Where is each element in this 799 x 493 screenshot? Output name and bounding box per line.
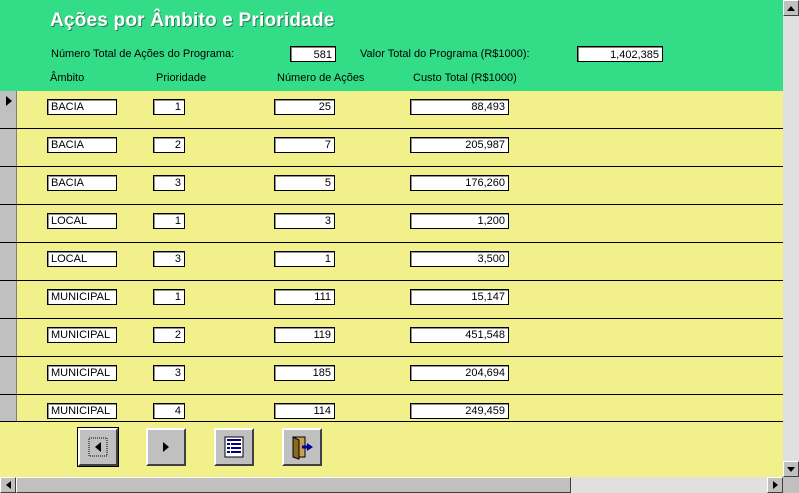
form-footer bbox=[0, 421, 783, 477]
custo-total-field[interactable]: 3,500 bbox=[410, 251, 509, 267]
ambito-field[interactable]: LOCAL bbox=[47, 213, 117, 229]
table-row: MUNICIPAL 1 111 15,147 bbox=[0, 281, 783, 319]
previous-record-button[interactable] bbox=[77, 427, 119, 467]
record-selector[interactable] bbox=[0, 167, 17, 204]
scroll-right-button[interactable] bbox=[767, 477, 783, 493]
current-record-icon bbox=[6, 96, 12, 106]
record-selector[interactable] bbox=[0, 243, 17, 280]
ambito-field[interactable]: MUNICIPAL bbox=[47, 289, 117, 305]
record-selector[interactable] bbox=[0, 357, 17, 394]
table-row: BACIA 3 5 176,260 bbox=[0, 167, 783, 205]
numero-acoes-field[interactable]: 1 bbox=[274, 251, 335, 267]
custo-total-field[interactable]: 204,694 bbox=[410, 365, 509, 381]
ambito-field[interactable]: BACIA bbox=[47, 99, 117, 115]
prioridade-field[interactable]: 2 bbox=[153, 137, 185, 153]
table-row: LOCAL 3 1 3,500 bbox=[0, 243, 783, 281]
total-value-label: Valor Total do Programa (R$1000): bbox=[360, 48, 530, 60]
scroll-down-button[interactable] bbox=[783, 461, 799, 477]
custo-total-field[interactable]: 1,200 bbox=[410, 213, 509, 229]
horizontal-scrollbar[interactable] bbox=[0, 477, 783, 493]
numero-acoes-field[interactable]: 185 bbox=[274, 365, 335, 381]
column-header-prioridade: Prioridade bbox=[156, 72, 207, 84]
prioridade-field[interactable]: 3 bbox=[153, 365, 185, 381]
record-selector[interactable] bbox=[0, 91, 17, 128]
exit-door-icon bbox=[292, 436, 313, 460]
prioridade-field[interactable]: 1 bbox=[153, 289, 185, 305]
scroll-left-button[interactable] bbox=[0, 477, 16, 493]
scroll-up-button[interactable] bbox=[783, 0, 799, 16]
record-selector[interactable] bbox=[0, 395, 17, 421]
triangle-up-icon bbox=[787, 5, 795, 11]
page-title: Ações por Âmbito e Prioridade bbox=[50, 10, 335, 31]
prioridade-field[interactable]: 1 bbox=[153, 213, 185, 229]
prioridade-field[interactable]: 4 bbox=[153, 403, 185, 419]
numero-acoes-field[interactable]: 25 bbox=[274, 99, 335, 115]
report-icon bbox=[224, 436, 244, 458]
triangle-left-icon bbox=[5, 481, 11, 489]
record-selector[interactable] bbox=[0, 129, 17, 166]
total-actions-label: Número Total de Ações do Programa: bbox=[51, 48, 235, 60]
triangle-down-icon bbox=[787, 466, 795, 472]
ambito-field[interactable]: BACIA bbox=[47, 175, 117, 191]
record-selector[interactable] bbox=[0, 281, 17, 318]
next-record-button[interactable] bbox=[146, 428, 186, 466]
ambito-field[interactable]: MUNICIPAL bbox=[47, 403, 117, 419]
exit-button[interactable] bbox=[282, 428, 322, 466]
table-row: MUNICIPAL 2 119 451,548 bbox=[0, 319, 783, 357]
table-row: LOCAL 1 3 1,200 bbox=[0, 205, 783, 243]
prioridade-field[interactable]: 2 bbox=[153, 327, 185, 343]
column-header-ambito: Âmbito bbox=[50, 72, 85, 84]
detail-section: BACIA 1 25 88,493 BACIA 2 7 205,987 BACIA 3 5 176,2… bbox=[0, 91, 783, 421]
ambito-field[interactable]: LOCAL bbox=[47, 251, 117, 267]
total-value-field[interactable]: 1,402,385 bbox=[577, 46, 663, 62]
custo-total-field[interactable]: 88,493 bbox=[410, 99, 509, 115]
column-header-numero: Número de Ações bbox=[277, 72, 365, 84]
numero-acoes-field[interactable]: 3 bbox=[274, 213, 335, 229]
custo-total-field[interactable]: 15,147 bbox=[410, 289, 509, 305]
numero-acoes-field[interactable]: 119 bbox=[274, 327, 335, 343]
table-row: BACIA 1 25 88,493 bbox=[0, 91, 783, 129]
total-actions-field[interactable]: 581 bbox=[290, 46, 336, 62]
horizontal-scroll-thumb[interactable] bbox=[16, 477, 571, 493]
ambito-field[interactable]: MUNICIPAL bbox=[47, 327, 117, 343]
record-selector[interactable] bbox=[0, 319, 17, 356]
numero-acoes-field[interactable]: 111 bbox=[274, 289, 335, 305]
numero-acoes-field[interactable]: 7 bbox=[274, 137, 335, 153]
scrollbar-corner bbox=[783, 477, 799, 493]
arrow-left-icon bbox=[88, 437, 108, 457]
prioridade-field[interactable]: 1 bbox=[153, 99, 185, 115]
table-row: MUNICIPAL 3 185 204,694 bbox=[0, 357, 783, 395]
ambito-field[interactable]: MUNICIPAL bbox=[47, 365, 117, 381]
prioridade-field[interactable]: 3 bbox=[153, 175, 185, 191]
report-button[interactable] bbox=[214, 428, 254, 466]
numero-acoes-field[interactable]: 5 bbox=[274, 175, 335, 191]
column-header-custo: Custo Total (R$1000) bbox=[413, 72, 517, 84]
arrow-right-icon bbox=[163, 442, 169, 452]
triangle-right-icon bbox=[772, 481, 778, 489]
vertical-scrollbar[interactable] bbox=[783, 0, 799, 477]
custo-total-field[interactable]: 249,459 bbox=[410, 403, 509, 419]
numero-acoes-field[interactable]: 114 bbox=[274, 403, 335, 419]
custo-total-field[interactable]: 176,260 bbox=[410, 175, 509, 191]
form-header: Ações por Âmbito e Prioridade Número Tot… bbox=[0, 0, 783, 91]
table-row: BACIA 2 7 205,987 bbox=[0, 129, 783, 167]
prioridade-field[interactable]: 3 bbox=[153, 251, 185, 267]
table-row: MUNICIPAL 4 114 249,459 bbox=[0, 395, 783, 421]
ambito-field[interactable]: BACIA bbox=[47, 137, 117, 153]
record-selector[interactable] bbox=[0, 205, 17, 242]
custo-total-field[interactable]: 451,548 bbox=[410, 327, 509, 343]
custo-total-field[interactable]: 205,987 bbox=[410, 137, 509, 153]
